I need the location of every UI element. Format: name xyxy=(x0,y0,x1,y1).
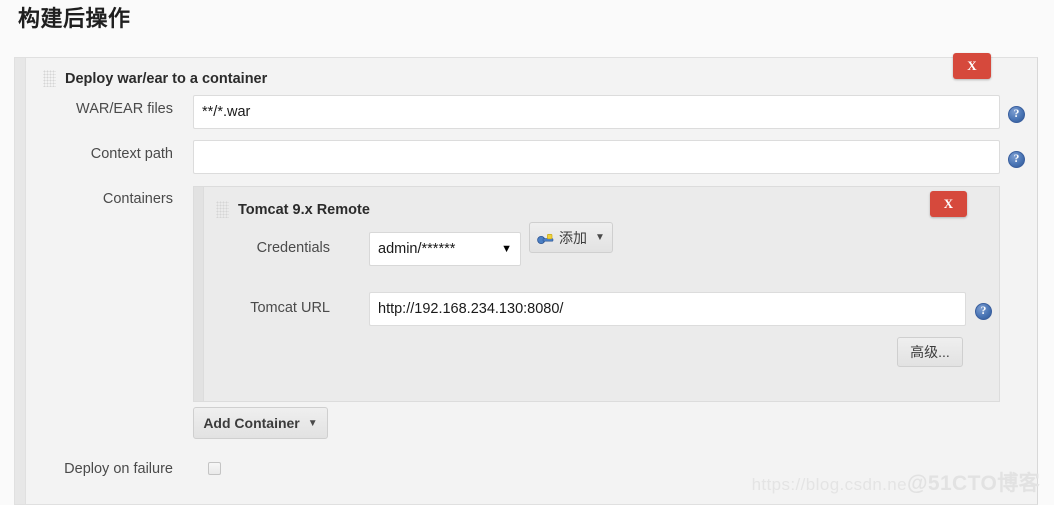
post-build-step-panel: Deploy war/ear to a container WAR/EAR fi… xyxy=(14,53,1038,505)
war-ear-files-label: WAR/EAR files xyxy=(76,101,173,117)
container-drag-dots-icon[interactable] xyxy=(216,201,229,218)
containers-label: Containers xyxy=(102,191,173,207)
section-header: Deploy war/ear to a container xyxy=(43,70,267,87)
war-ear-files-help-icon[interactable]: ? xyxy=(1008,106,1025,123)
delete-container-button[interactable]: X xyxy=(930,191,967,217)
add-credentials-label: 添加 xyxy=(559,229,588,246)
drag-handle-icon[interactable] xyxy=(43,70,56,87)
advanced-button[interactable]: 高级... xyxy=(897,337,963,367)
advanced-button-label: 高级... xyxy=(910,344,950,360)
add-container-button[interactable]: Add Container ▼ xyxy=(193,407,328,439)
chevron-down-icon: ▼ xyxy=(595,232,605,243)
key-icon xyxy=(537,232,554,244)
credentials-select[interactable]: admin/****** ▼ xyxy=(369,232,521,266)
deploy-on-failure-checkbox[interactable] xyxy=(208,462,221,475)
credentials-label: Credentials xyxy=(256,240,330,256)
context-path-input[interactable] xyxy=(193,140,1000,174)
tomcat-url-label: Tomcat URL xyxy=(250,300,330,316)
panel-body: Deploy war/ear to a container WAR/EAR fi… xyxy=(27,58,1037,504)
delete-post-build-step-button[interactable]: X xyxy=(953,53,991,79)
add-credentials-button[interactable]: 添加 ▼ xyxy=(529,222,613,253)
container-title: Tomcat 9.x Remote xyxy=(238,201,370,218)
add-container-label: Add Container xyxy=(203,415,300,431)
section-title: Deploy war/ear to a container xyxy=(65,70,268,87)
war-ear-files-input[interactable] xyxy=(193,95,1000,129)
chevron-down-icon: ▼ xyxy=(307,417,318,429)
context-path-help-icon[interactable]: ? xyxy=(1008,151,1025,168)
context-path-label: Context path xyxy=(90,146,173,162)
page-title: 构建后操作 xyxy=(18,6,131,31)
container-header: Tomcat 9.x Remote xyxy=(216,201,370,218)
tomcat-url-input[interactable] xyxy=(369,292,966,326)
container-panel: Tomcat 9.x Remote Credentials admin/****… xyxy=(193,186,1000,402)
container-drag-handle[interactable] xyxy=(194,187,204,401)
deploy-on-failure-label: Deploy on failure xyxy=(64,461,173,477)
tomcat-url-help-icon[interactable]: ? xyxy=(975,303,992,320)
credentials-select-value: admin/****** xyxy=(378,241,456,257)
panel-drag-handle[interactable] xyxy=(15,58,26,504)
chevron-down-icon: ▼ xyxy=(501,243,512,255)
